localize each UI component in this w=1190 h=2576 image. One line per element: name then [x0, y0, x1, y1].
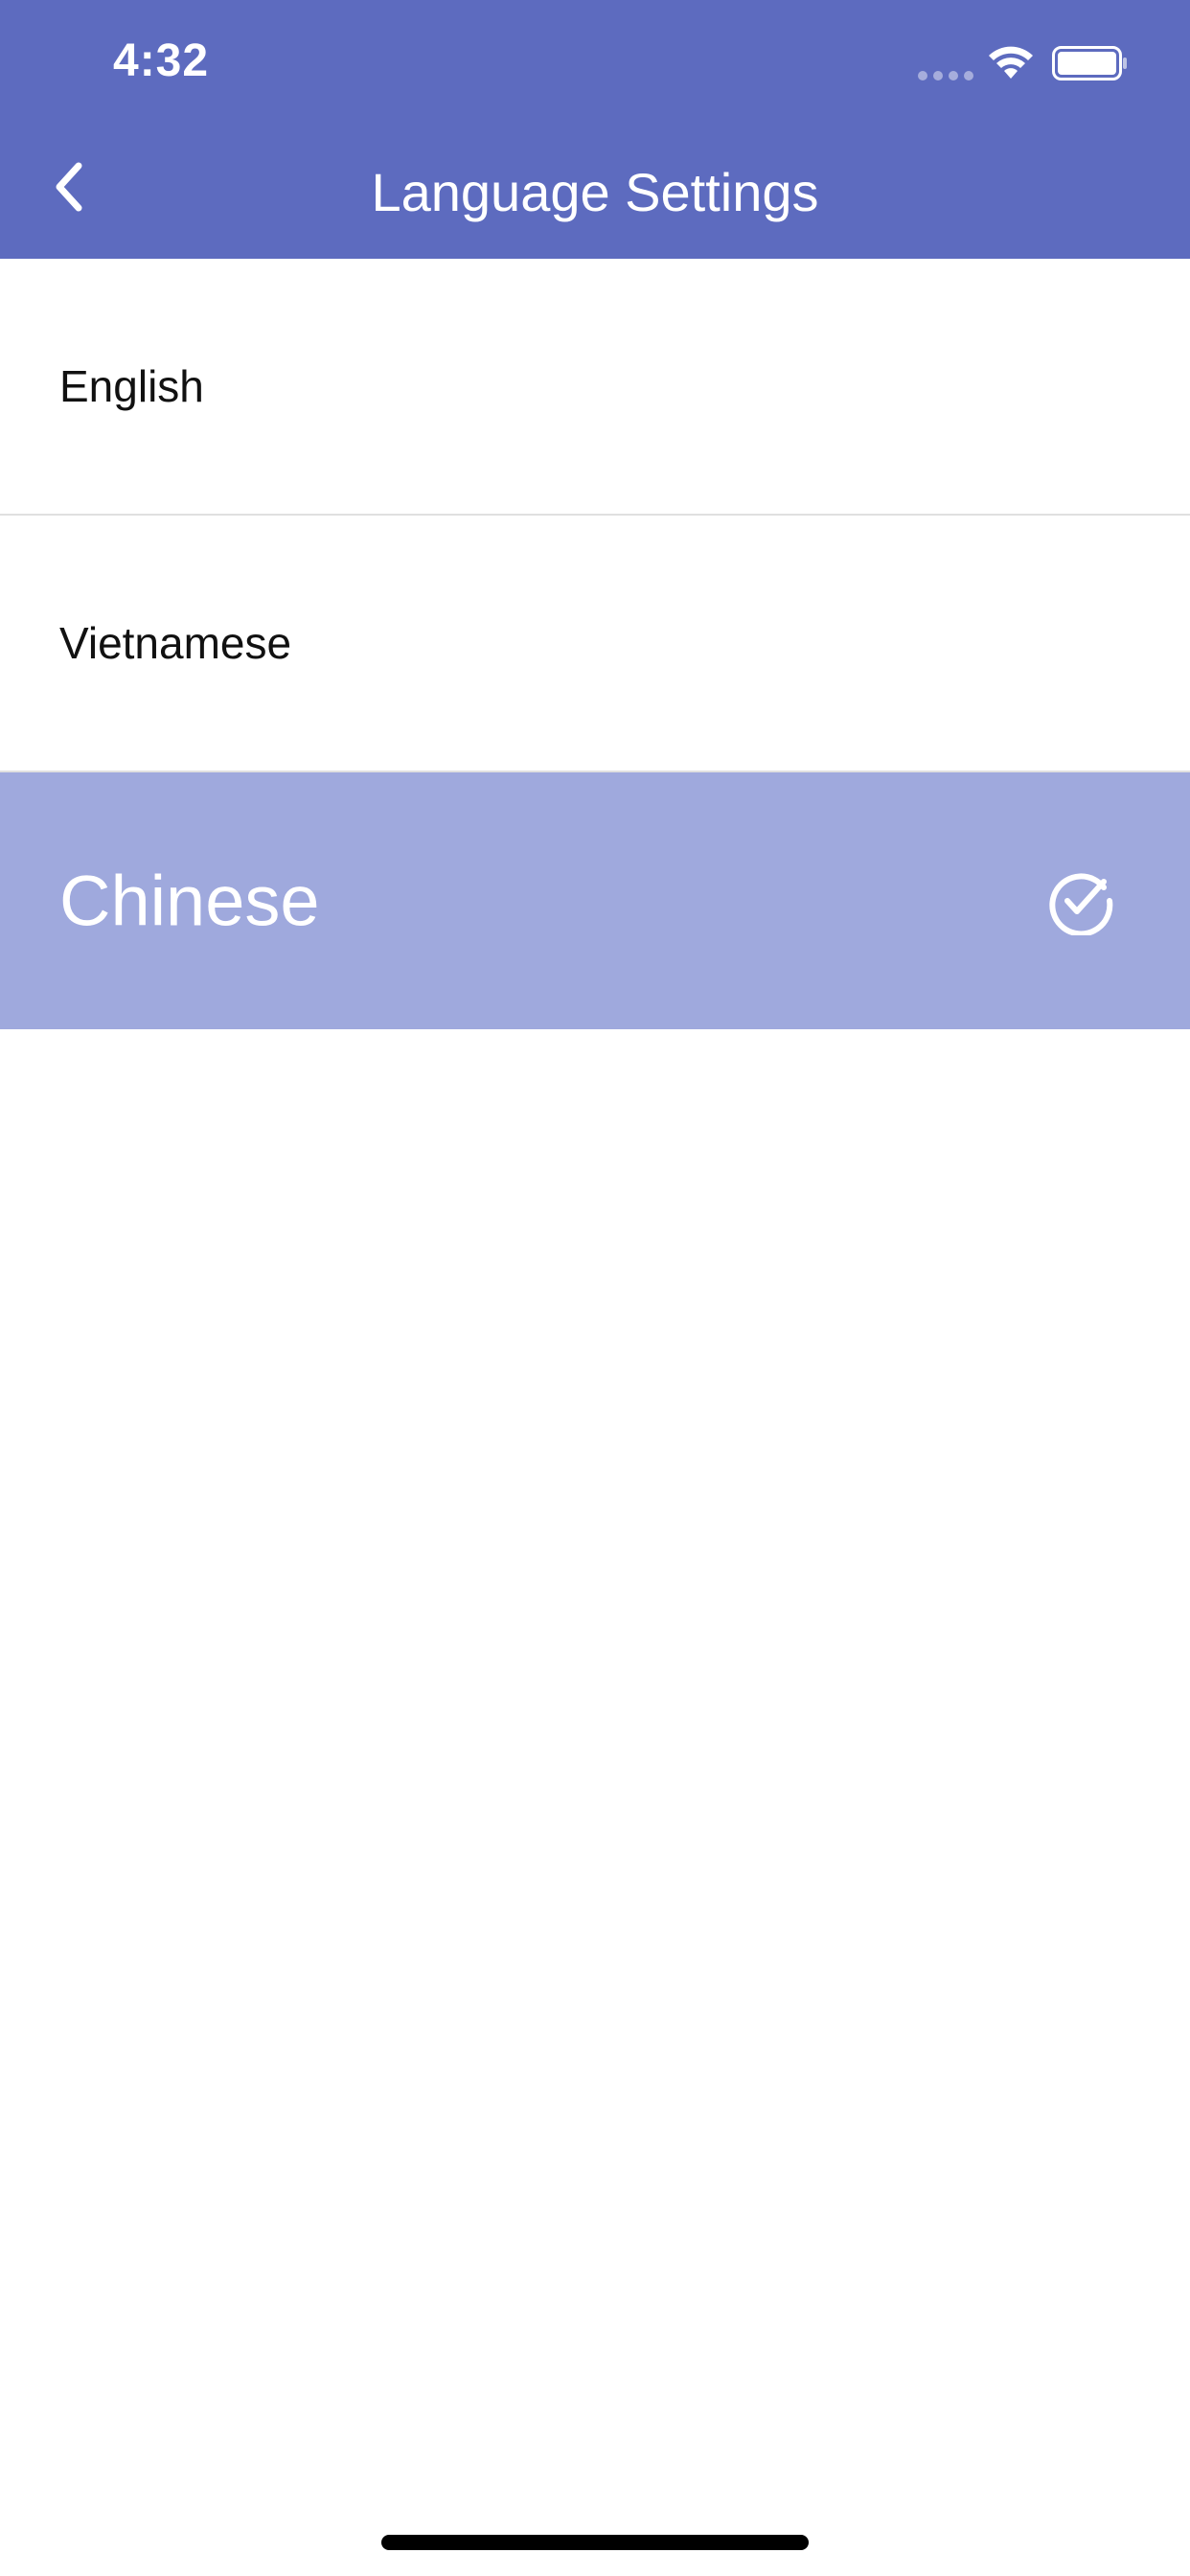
page-title: Language Settings — [371, 162, 819, 222]
check-circle-icon — [1049, 873, 1113, 935]
language-label: Vietnamese — [59, 618, 292, 668]
language-option-english[interactable]: English — [0, 259, 1190, 516]
language-option-vietnamese[interactable]: Vietnamese — [0, 516, 1190, 772]
status-bar-time: 4:32 — [113, 35, 210, 86]
battery-icon — [1052, 46, 1127, 80]
language-option-chinese[interactable]: Chinese — [0, 772, 1190, 1029]
language-label: English — [59, 361, 204, 411]
app-header: 4:32 Language Settings — [0, 0, 1190, 259]
language-list: English Vietnamese Chinese — [0, 259, 1190, 1029]
home-indicator[interactable] — [381, 2535, 809, 2550]
wifi-icon — [989, 46, 1033, 79]
language-label: Chinese — [59, 861, 320, 941]
cellular-signal-icon — [918, 71, 973, 80]
